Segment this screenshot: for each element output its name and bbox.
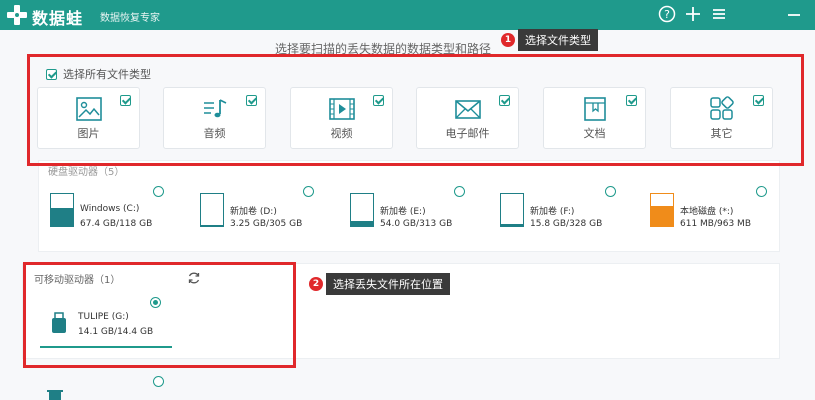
drive-icon: [650, 193, 674, 227]
disk-size: 3.25 GB/305 GB: [230, 219, 303, 229]
app-window: 数据蛙 数据恢复专家 ? 选择要扫描的丢失数据的数据类型和路径 选择所有文件类型…: [0, 0, 815, 400]
disk-name: 本地磁盘 (*:): [680, 207, 734, 217]
drive-usage-fill: [501, 224, 523, 226]
disk-size: 54.0 GB/313 GB: [380, 219, 453, 229]
disk-radio[interactable]: [303, 186, 314, 197]
minimize-icon[interactable]: [784, 5, 804, 25]
disk-radio[interactable]: [153, 186, 164, 197]
app-name: 数据蛙: [32, 9, 84, 28]
disk-radio[interactable]: [605, 186, 616, 197]
disk-local[interactable]: 本地磁盘 (*:) 611 MB/963 MB: [650, 190, 790, 240]
disk-size: 67.4 GB/118 GB: [80, 219, 153, 229]
drive-icon: [350, 193, 374, 227]
callout-1: 1 选择文件类型: [501, 29, 598, 51]
trash-icon: [47, 390, 63, 400]
disk-name: 新加卷 (D:): [230, 207, 277, 217]
callout-text: 选择文件类型: [518, 29, 598, 51]
drive-icon: [200, 193, 224, 227]
annotation-box-file-types: [27, 54, 804, 166]
disk-f[interactable]: 新加卷 (F:) 15.8 GB/328 GB: [500, 190, 640, 240]
callout-text: 选择丢失文件所在位置: [326, 273, 450, 295]
plus-icon[interactable]: [683, 5, 703, 25]
callout-2: 2 选择丢失文件所在位置: [309, 273, 450, 295]
disk-radio[interactable]: [454, 186, 465, 197]
drive-icon: [50, 193, 74, 227]
title-bar: 数据蛙 数据恢复专家 ?: [0, 0, 815, 30]
drive-icon: [500, 193, 524, 227]
disk-size: 611 MB/963 MB: [680, 219, 751, 229]
menu-icon[interactable]: [709, 5, 729, 25]
help-icon[interactable]: ?: [657, 5, 677, 25]
drive-usage-fill: [351, 220, 373, 226]
disk-e[interactable]: 新加卷 (E:) 54.0 GB/313 GB: [350, 190, 490, 240]
next-item-radio[interactable]: [153, 376, 164, 387]
app-subtitle: 数据恢复专家: [100, 13, 160, 24]
disk-name: Windows (C:): [80, 204, 140, 214]
drive-usage-fill: [201, 225, 223, 226]
svg-text:?: ?: [664, 8, 670, 21]
disk-name: 新加卷 (E:): [380, 207, 426, 217]
drive-usage-fill: [51, 207, 73, 226]
drive-usage-fill: [651, 205, 673, 226]
disk-size: 15.8 GB/328 GB: [530, 219, 603, 229]
disk-d[interactable]: 新加卷 (D:) 3.25 GB/305 GB: [200, 190, 340, 240]
callout-number: 2: [309, 277, 323, 291]
disk-c[interactable]: Windows (C:) 67.4 GB/118 GB: [50, 190, 190, 240]
disk-radio[interactable]: [756, 186, 767, 197]
app-logo-icon: [7, 5, 27, 25]
annotation-box-location: [23, 262, 296, 368]
callout-number: 1: [501, 33, 515, 47]
disk-name: 新加卷 (F:): [530, 207, 575, 217]
